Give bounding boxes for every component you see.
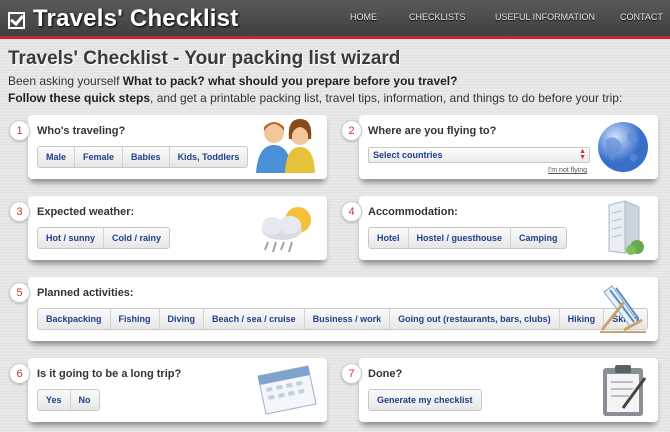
nav-useful-information[interactable]: USEFUL INFORMATION (495, 12, 595, 22)
logo-text: Travels' Checklist (33, 5, 239, 32)
option-female[interactable]: Female (75, 147, 124, 167)
step-2-panel: Where are you flying to? Select countrie… (359, 115, 658, 179)
country-select[interactable]: Select countries ▲ ▼ (368, 147, 590, 163)
step-7-panel: Done? Generate my checklist (359, 358, 658, 422)
option-business-work[interactable]: Business / work (305, 309, 391, 329)
step-3-title: Expected weather: (37, 206, 135, 218)
option-beach-sea-cruise[interactable]: Beach / sea / cruise (204, 309, 305, 329)
step-1-title: Who's traveling? (37, 125, 126, 137)
clipboard-icon (603, 365, 647, 416)
step-7-title: Done? (368, 368, 403, 380)
intro-line-2-rest: , and get a printable packing list, trav… (150, 91, 623, 105)
option-camping[interactable]: Camping (511, 228, 566, 248)
step-6-title: Is it going to be a long trip? (37, 368, 182, 380)
step-4-number: 4 (341, 201, 362, 222)
option-kids-toddlers[interactable]: Kids, Toddlers (170, 147, 248, 167)
step-1-panel: Who's traveling? Male Female Babies Kids… (28, 115, 327, 179)
country-select-value: Select countries (373, 150, 443, 160)
nav-home[interactable]: HOME (350, 12, 377, 22)
intro-line-1: Been asking yourself What to pack? what … (8, 74, 457, 88)
nav-contact[interactable]: CONTACT (620, 12, 663, 22)
top-navbar: Travels' Checklist HOME CHECKLISTS USEFU… (0, 0, 670, 39)
step-5-number: 5 (9, 282, 30, 303)
step-1-number: 1 (9, 120, 30, 141)
intro-line-1-question: What to pack? what should you prepare be… (122, 74, 458, 88)
people-icon (256, 119, 315, 173)
option-yes[interactable]: Yes (38, 390, 71, 410)
generate-checklist-button[interactable]: Generate my checklist (369, 390, 481, 410)
travelers-options: Male Female Babies Kids, Toddlers (37, 146, 249, 168)
option-male[interactable]: Male (38, 147, 76, 167)
select-arrows-icon: ▲ ▼ (579, 148, 586, 161)
step-2-title: Where are you flying to? (368, 125, 497, 137)
intro-line-2: Follow these quick steps, and get a prin… (8, 91, 622, 105)
page-title: Travels' Checklist - Your packing list w… (8, 48, 401, 69)
step-5-panel: Planned activities: Backpacking Fishing … (28, 277, 658, 341)
building-icon (608, 200, 644, 255)
option-hot-sunny[interactable]: Hot / sunny (38, 228, 104, 248)
weather-icon (262, 207, 311, 253)
nav-checklists[interactable]: CHECKLISTS (409, 12, 466, 22)
step-7-number: 7 (341, 363, 362, 384)
option-hotel[interactable]: Hotel (369, 228, 409, 248)
activities-options: Backpacking Fishing Diving Beach / sea /… (37, 308, 649, 330)
calendar-icon (257, 365, 317, 415)
step-6-panel: Is it going to be a long trip? Yes No (28, 358, 327, 422)
not-flying-link[interactable]: I'm not flying (548, 167, 587, 174)
step-6-number: 6 (9, 363, 30, 384)
option-going-out[interactable]: Going out (restaurants, bars, clubs) (390, 309, 560, 329)
globe-icon (598, 122, 648, 172)
accommodation-options: Hotel Hostel / guesthouse Camping (368, 227, 567, 249)
step-2-number: 2 (341, 120, 362, 141)
option-babies[interactable]: Babies (123, 147, 170, 167)
checkbox-logo-icon (8, 11, 25, 29)
generate-group: Generate my checklist (368, 389, 482, 411)
option-cold-rainy[interactable]: Cold / rainy (104, 228, 169, 248)
step-5-title: Planned activities: (37, 287, 134, 299)
step-4-title: Accommodation: (368, 206, 458, 218)
option-no[interactable]: No (71, 390, 99, 410)
option-diving[interactable]: Diving (160, 309, 205, 329)
option-backpacking[interactable]: Backpacking (38, 309, 111, 329)
weather-options: Hot / sunny Cold / rainy (37, 227, 171, 249)
option-fishing[interactable]: Fishing (111, 309, 160, 329)
long-trip-options: Yes No (37, 389, 100, 411)
step-3-number: 3 (9, 201, 30, 222)
step-3-panel: Expected weather: Hot / sunny Cold / rai… (28, 196, 327, 260)
intro-line-2-bold: Follow these quick steps (8, 91, 151, 105)
site-logo[interactable]: Travels' Checklist (8, 5, 238, 33)
beach-chair-icon (600, 285, 646, 333)
intro-line-1-prefix: Been asking yourself (8, 74, 123, 88)
step-4-panel: Accommodation: Hotel Hostel / guesthouse… (359, 196, 658, 260)
option-hostel-guesthouse[interactable]: Hostel / guesthouse (409, 228, 512, 248)
